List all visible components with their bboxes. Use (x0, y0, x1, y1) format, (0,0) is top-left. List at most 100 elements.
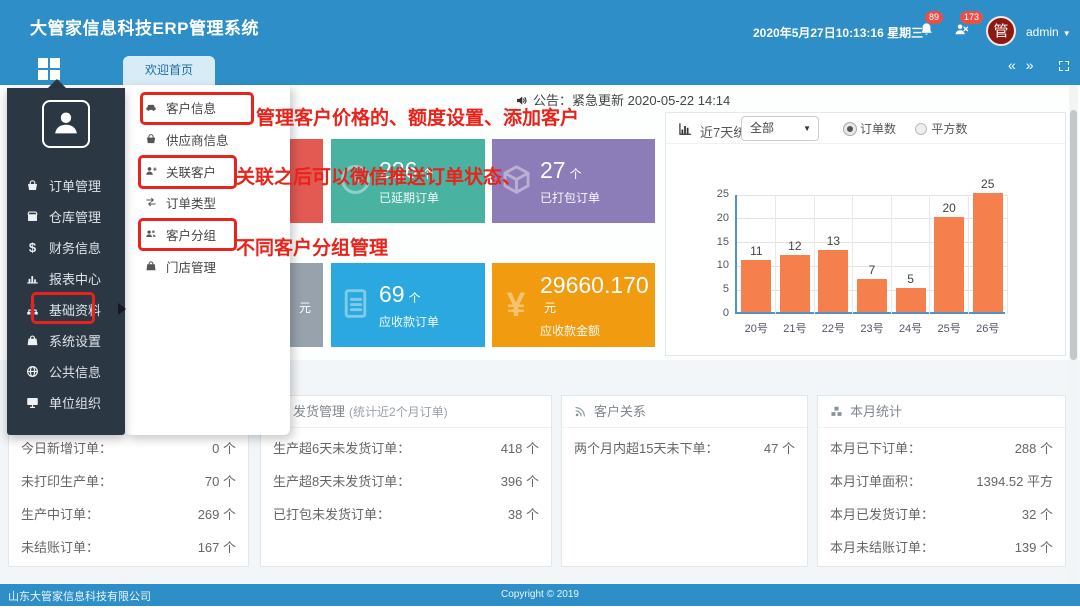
card-receivable-orders[interactable]: 69 个 应收款订单 (331, 263, 485, 347)
bell-icon (919, 22, 934, 39)
x-tick-label: 22号 (813, 320, 853, 336)
card-label: 应收款订单 (379, 313, 439, 330)
card-unit: 个 (570, 167, 582, 181)
annotation-box-customer-info (140, 92, 254, 125)
company-logo: 管 (986, 16, 1016, 46)
forward-icon[interactable]: » (1026, 57, 1044, 73)
bag-icon (25, 333, 40, 348)
gridline (737, 195, 1007, 196)
stat-value: 38 个 (508, 498, 539, 531)
notifications-button[interactable]: 89 (913, 22, 939, 44)
sidebar-item-5[interactable]: 系统设置 (7, 325, 125, 356)
chart-icon (25, 271, 40, 286)
menu-item-label: 订单管理 (49, 176, 101, 195)
fullscreen-button[interactable] (1058, 60, 1070, 74)
y-tick-label: 5 (703, 283, 729, 295)
stat-row: 生产超6天未发货订单： 418 个 (261, 432, 551, 465)
sidebar-item-6[interactable]: 公共信息 (7, 356, 125, 387)
menu-item-label: 门店管理 (166, 257, 216, 276)
card-label: 应收款金额 (540, 322, 655, 339)
stat-row: 生产中订单：269 个 (9, 498, 248, 531)
radio-label: 平方数 (931, 122, 967, 136)
menu-caret-up (48, 79, 66, 88)
stat-row: 两个月内超15天未下单：47 个 (562, 432, 807, 465)
gridline (852, 195, 853, 314)
user-alerts-badge: 173 (960, 11, 983, 24)
annotation-box-customer-group (138, 218, 237, 251)
card-receivable-amount[interactable]: ¥ 29660.170元 应收款金额 (492, 263, 655, 347)
menu-item-label: 订单类型 (166, 193, 216, 212)
basket-icon (25, 178, 40, 193)
radio-square-count[interactable]: 平方数 (915, 120, 967, 137)
stat-label: 今日新增订单： (21, 432, 112, 465)
sidebar-item-0[interactable]: 订单管理 (7, 170, 125, 201)
x-tick-label: 20号 (736, 320, 776, 336)
menu-item-label: 供应商信息 (166, 130, 229, 149)
user-alerts-button[interactable]: 173 (948, 22, 974, 44)
bar-22号 (818, 250, 848, 312)
stat-label: 未结账订单： (21, 531, 99, 564)
scrollbar-thumb[interactable] (1070, 110, 1077, 360)
stat-value: 418 个 (501, 432, 539, 465)
stat-value: 1394.52 平方 (976, 465, 1053, 498)
annotation-text-3: 不同客户分组管理 (236, 233, 388, 260)
stat-label: 本月未结账订单： (830, 531, 934, 564)
card-label: 已打包订单 (540, 189, 600, 206)
chart-filter-select[interactable]: 全部 ▼ (741, 116, 819, 141)
bag-icon (143, 259, 158, 273)
stat-value: 32 个 (1022, 498, 1053, 531)
card-value: 69 (379, 281, 405, 307)
stat-value: 0 个 (212, 432, 236, 465)
sidebar-item-3[interactable]: 报表中心 (7, 263, 125, 294)
sidebar-item-2[interactable]: $财务信息 (7, 232, 125, 263)
weekly-stats-panel: 近7天统计 全部 ▼ 订单数 平方数 05101520251120号1221号1… (665, 112, 1066, 356)
sidebar-menu: 订单管理仓库管理$财务信息报表中心基础资料系统设置公共信息单位组织 (7, 88, 125, 435)
stat-label: 未打印生产单： (21, 465, 112, 498)
card-label: 已延期订单 (379, 189, 439, 206)
stat-label: 生产超6天未发货订单： (273, 432, 410, 465)
user-x-icon (954, 22, 969, 39)
bar-21号 (780, 255, 810, 312)
gridline (1007, 195, 1008, 314)
panel-header: 本月统计 (818, 396, 1065, 428)
gridline (814, 195, 815, 314)
dollar-icon: $ (25, 240, 40, 255)
stat-row: 未打印生产单：70 个 (9, 465, 248, 498)
tab-welcome-home[interactable]: 欢迎首页 (123, 56, 215, 85)
sidebar-item-1[interactable]: 仓库管理 (7, 201, 125, 232)
bar-value-label: 11 (736, 244, 776, 258)
stat-row: 今日新增订单： 0 个 (9, 432, 248, 465)
submenu-caret-icon (118, 303, 126, 315)
tab-scroll-arrows[interactable]: «» (1008, 57, 1044, 73)
x-tick-label: 23号 (852, 320, 892, 336)
document-icon (331, 286, 379, 324)
stat-row: 本月未结账订单： 139 个 (818, 531, 1065, 564)
bar-24号 (896, 288, 926, 312)
stat-row: 未结账订单： 167 个 (9, 531, 248, 564)
radio-order-count[interactable]: 订单数 (844, 120, 896, 137)
card-unit: 个 (409, 291, 421, 305)
stat-value: 167 个 (198, 531, 236, 564)
avatar[interactable] (42, 100, 90, 148)
notifications-badge: 89 (925, 11, 943, 24)
yen-icon: ¥ (492, 286, 540, 325)
back-icon[interactable]: « (1008, 57, 1026, 73)
card-unit: 元 (299, 299, 311, 316)
y-tick-label: 15 (703, 236, 729, 248)
bar-value-label: 13 (813, 234, 853, 248)
stat-value: 139 个 (1015, 531, 1053, 564)
annotation-box-linked-customer (138, 155, 237, 189)
stat-label: 生产中订单： (21, 498, 99, 531)
flyout-item-3[interactable]: 订单类型 (125, 187, 290, 219)
stat-value: 47 个 (764, 432, 795, 465)
user-menu[interactable]: admin▼ (1026, 25, 1071, 39)
sidebar-item-7[interactable]: 单位组织 (7, 387, 125, 418)
stat-label: 已打包未发货订单： (273, 498, 390, 531)
exchange-icon (143, 196, 158, 210)
desktop-icon (25, 395, 40, 410)
x-tick-label: 25号 (929, 320, 969, 336)
stat-row: 生产超8天未发货订单：396 个 (261, 465, 551, 498)
stat-panel-3: 本月统计本月已下订单：288 个本月订单面积：1394.52 平方本月已发货订单… (817, 395, 1066, 567)
y-tick-label: 20 (703, 212, 729, 224)
stat-row: 本月已下订单：288 个 (818, 432, 1065, 465)
